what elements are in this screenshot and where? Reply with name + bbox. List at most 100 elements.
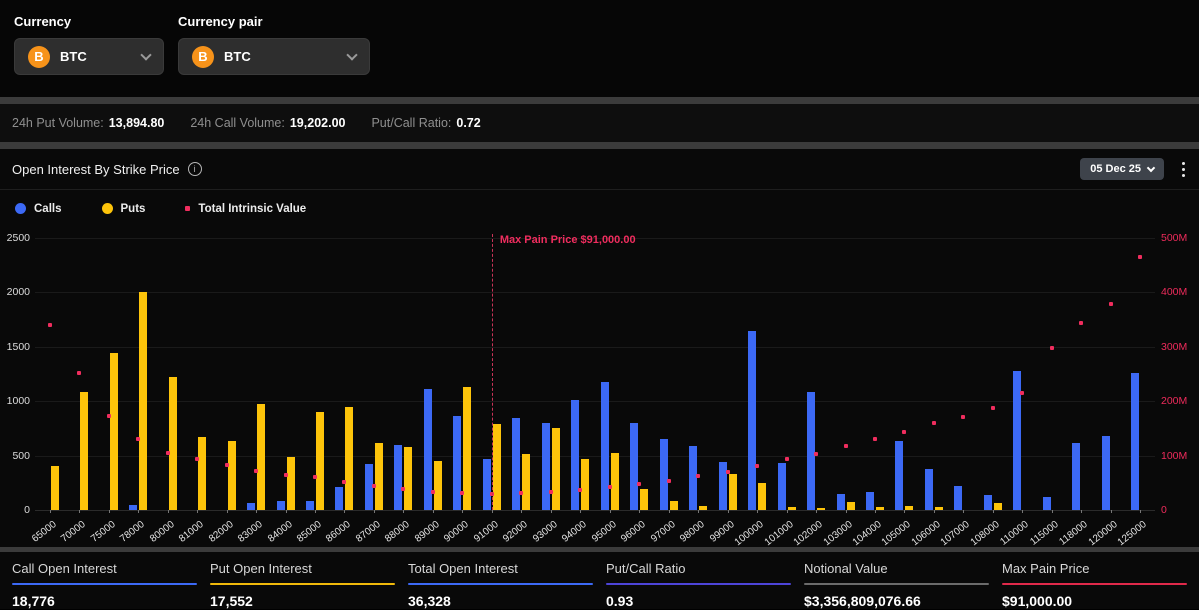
chart-card: Open Interest By Strike Price i 05 Dec 2… [0, 149, 1199, 547]
bitcoin-icon: B [192, 46, 214, 68]
intrinsic-value-dot [667, 479, 671, 483]
calls-bar [984, 495, 992, 510]
x-axis-tick [1081, 510, 1082, 513]
currency-pair-group: Currency pair B BTC [178, 14, 370, 75]
kebab-menu-icon[interactable] [1180, 160, 1187, 179]
footer-stat-underline [1002, 583, 1187, 585]
calls-bar [542, 423, 550, 510]
puts-bar [699, 506, 707, 510]
x-axis-tick [787, 510, 788, 513]
y-axis-tick-left: 2000 [2, 286, 30, 298]
calls-bar [866, 492, 874, 510]
x-axis-tick [904, 510, 905, 513]
intrinsic-value-dot [225, 463, 229, 467]
x-axis-tick [1052, 510, 1053, 513]
x-axis-tick [521, 510, 522, 513]
intrinsic-value-dot [77, 371, 81, 375]
x-axis-tick [610, 510, 611, 513]
intrinsic-value-dot [696, 474, 700, 478]
intrinsic-value-dot [961, 415, 965, 419]
intrinsic-value-dot [313, 475, 317, 479]
x-axis-tick [227, 510, 228, 513]
y-axis-tick-right: 0 [1161, 504, 1167, 516]
puts-bar [611, 453, 619, 510]
currency-pair-select-value: BTC [224, 49, 348, 64]
max-pain-annotation: Max Pain Price $91,000.00 [500, 234, 636, 246]
y-axis-tick-right: 300M [1161, 341, 1187, 353]
footer-stat-underline [804, 583, 989, 585]
gridline [35, 292, 1155, 293]
puts-bar [552, 428, 560, 510]
intrinsic-value-dot [254, 469, 258, 473]
intrinsic-value-dot [195, 457, 199, 461]
x-axis-tick [197, 510, 198, 513]
footer-stat-value: 0.93 [606, 593, 791, 609]
calls-bar [660, 439, 668, 510]
legend-item-total-intrinsic-value[interactable]: Total Intrinsic Value [185, 203, 306, 215]
intrinsic-value-dot [844, 444, 848, 448]
footer-stat-value: 18,776 [12, 593, 197, 609]
stat-item: Put/Call Ratio: 0.72 [371, 116, 480, 130]
intrinsic-value-dot [166, 451, 170, 455]
intrinsic-value-dot [932, 421, 936, 425]
stat-value: 19,202.00 [290, 116, 346, 130]
currency-pair-select[interactable]: B BTC [178, 38, 370, 75]
intrinsic-value-dot [549, 490, 553, 494]
x-axis-tick [109, 510, 110, 513]
y-axis-tick-left: 500 [2, 450, 30, 462]
x-axis-tick [492, 510, 493, 513]
puts-bar [139, 292, 147, 510]
x-axis-line [35, 510, 1155, 511]
intrinsic-value-dot [637, 482, 641, 486]
intrinsic-value-dot [814, 452, 818, 456]
puts-bar [51, 466, 59, 510]
calls-bar [306, 501, 314, 510]
x-axis-tick [728, 510, 729, 513]
calls-bar [954, 486, 962, 510]
intrinsic-value-dot [431, 490, 435, 494]
stat-item: 24h Put Volume:13,894.80 [12, 116, 164, 130]
intrinsic-value-dot [1020, 391, 1024, 395]
intrinsic-value-dot [608, 485, 612, 489]
currency-select[interactable]: B BTC [14, 38, 164, 75]
legend-item-puts[interactable]: Puts [102, 203, 146, 215]
x-axis-tick [934, 510, 935, 513]
intrinsic-value-dot [401, 487, 405, 491]
puts-bar [80, 392, 88, 510]
puts-bar [847, 502, 855, 510]
x-axis-tick [168, 510, 169, 513]
legend-swatch [15, 203, 26, 214]
stat-label: Put/Call Ratio: [371, 116, 451, 130]
calls-bar [601, 382, 609, 510]
calls-bar [837, 494, 845, 510]
intrinsic-value-dot [1109, 302, 1113, 306]
puts-bar [434, 461, 442, 510]
legend-item-calls[interactable]: Calls [15, 203, 62, 215]
calls-bar [895, 441, 903, 510]
intrinsic-value-dot [136, 437, 140, 441]
footer-stat-value: 36,328 [408, 593, 593, 609]
intrinsic-value-dot [726, 470, 730, 474]
legend-label: Puts [121, 203, 146, 215]
section-divider [0, 142, 1199, 149]
y-axis-tick-left: 2500 [2, 232, 30, 244]
x-axis-tick [344, 510, 345, 513]
puts-bar [110, 353, 118, 510]
stat-value: 0.72 [456, 116, 480, 130]
puts-bar [287, 457, 295, 510]
calls-bar [512, 418, 520, 510]
legend-swatch [102, 203, 113, 214]
options-dashboard: Currency B BTC Currency pair B BTC 24h P… [0, 0, 1199, 610]
x-axis-tick [462, 510, 463, 513]
info-icon[interactable]: i [188, 162, 202, 176]
intrinsic-value-dot [519, 491, 523, 495]
gridline [35, 401, 1155, 402]
stat-label: 24h Call Volume: [190, 116, 285, 130]
currency-select-value: BTC [60, 49, 142, 64]
puts-bar [876, 507, 884, 510]
footer-stat-underline [606, 583, 791, 585]
calls-bar [129, 505, 137, 510]
puts-bar [404, 447, 412, 510]
expiry-date-select[interactable]: 05 Dec 25 [1080, 158, 1164, 180]
x-axis-tick [1111, 510, 1112, 513]
